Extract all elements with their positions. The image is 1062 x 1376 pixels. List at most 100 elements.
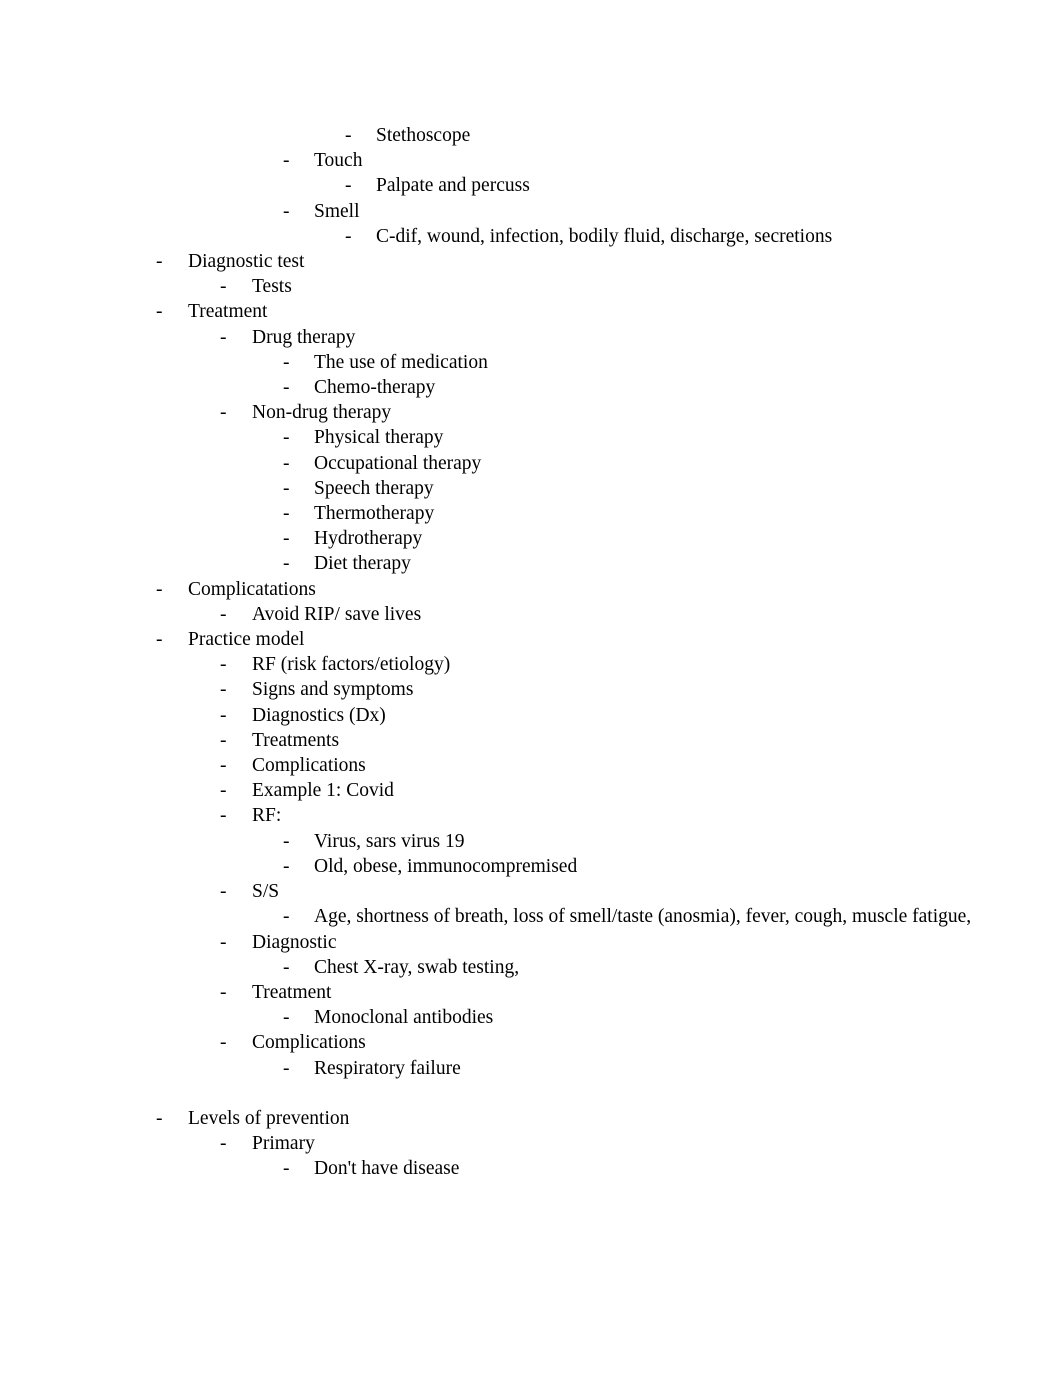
dash-bullet-icon: - (220, 326, 227, 348)
outline-item-text: Age, shortness of breath, loss of smell/… (314, 906, 972, 928)
dash-bullet-icon: - (220, 1133, 227, 1155)
outline-list: - Stethoscope - Touch - Palpate and percuss - S… (0, 0, 1062, 1182)
outline-item-text: Chest X-ray, swab testing, (314, 956, 520, 978)
outline-item: - Touch (0, 148, 1062, 173)
dash-bullet-icon: - (220, 881, 227, 903)
outline-item-text: Primary (252, 1133, 315, 1155)
dash-bullet-icon: - (220, 603, 227, 625)
outline-item: - Don't have disease (0, 1156, 1062, 1181)
outline-item: - Palpate and percuss (0, 173, 1062, 198)
dash-bullet-icon: - (345, 125, 352, 146)
outline-item-text: Signs and symptoms (252, 679, 414, 701)
outline-item-text: Chemo-therapy (314, 377, 436, 399)
outline-item: - Practice model (0, 627, 1062, 652)
outline-item-text: Diagnostics (Dx) (252, 704, 386, 726)
dash-bullet-icon: - (220, 805, 227, 827)
outline-item-text: RF: (252, 805, 282, 827)
outline-item-text: Diagnostic (252, 931, 337, 953)
document-page: - Stethoscope - Touch - Palpate and percuss - S… (0, 0, 1062, 1376)
dash-bullet-icon: - (283, 150, 290, 172)
outline-item-text: Treatment (188, 301, 268, 323)
outline-item-text: Touch (314, 150, 363, 172)
dash-bullet-icon: - (283, 1158, 290, 1180)
dash-bullet-icon: - (156, 629, 163, 651)
dash-bullet-icon: - (283, 351, 290, 373)
outline-item: - RF: (0, 803, 1062, 828)
dash-bullet-icon: - (156, 1107, 163, 1129)
outline-item-text: Occupational therapy (314, 452, 482, 474)
outline-item: - Thermotherapy (0, 501, 1062, 526)
dash-bullet-icon: - (220, 1032, 227, 1054)
outline-item: - Occupational therapy (0, 451, 1062, 476)
dash-bullet-icon: - (283, 200, 290, 222)
dash-bullet-icon: - (156, 578, 163, 600)
outline-item: - Treatment (0, 980, 1062, 1005)
outline-item: - C-dif, wound, infection, bodily fluid, … (0, 224, 1062, 249)
outline-item: - Physical therapy (0, 425, 1062, 450)
dash-bullet-icon: - (220, 729, 227, 751)
outline-item-text: Tests (252, 276, 292, 298)
dash-bullet-icon: - (283, 427, 290, 449)
dash-bullet-icon: - (220, 402, 227, 424)
outline-item-text: Don't have disease (314, 1158, 460, 1180)
outline-item-text: Levels of prevention (188, 1107, 350, 1129)
dash-bullet-icon: - (283, 906, 290, 928)
dash-bullet-icon: - (345, 175, 352, 197)
outline-item-text: Smell (314, 200, 360, 222)
dash-bullet-icon: - (220, 654, 227, 676)
outline-item: - Complicatations (0, 577, 1062, 602)
dash-bullet-icon: - (283, 452, 290, 474)
outline-item: - Diagnostics (Dx) (0, 703, 1062, 728)
outline-item-text: Example 1: Covid (252, 780, 394, 802)
dash-bullet-icon: - (156, 251, 163, 273)
outline-item: - Signs and symptoms (0, 677, 1062, 702)
dash-bullet-icon: - (156, 301, 163, 323)
outline-item: - Drug therapy (0, 325, 1062, 350)
outline-item-text: Treatments (252, 729, 340, 751)
outline-item: - RF (risk factors/etiology) (0, 652, 1062, 677)
outline-item: - Diagnostic (0, 930, 1062, 955)
outline-item-text: Avoid RIP/ save lives (252, 603, 422, 625)
dash-bullet-icon: - (283, 956, 290, 978)
outline-item: - Primary (0, 1131, 1062, 1156)
outline-item: - Non-drug therapy (0, 400, 1062, 425)
dash-bullet-icon: - (345, 225, 352, 247)
outline-item-text: Complications (252, 755, 366, 777)
outline-item: - Smell (0, 199, 1062, 224)
outline-item-text: Respiratory failure (314, 1057, 461, 1079)
outline-item: - Speech therapy (0, 476, 1062, 501)
outline-item-text: Hydrotherapy (314, 528, 423, 550)
dash-bullet-icon: - (220, 931, 227, 953)
outline-item: - The use of medication (0, 350, 1062, 375)
outline-item-text: Diet therapy (314, 553, 411, 575)
outline-item-text: S/S (252, 881, 280, 903)
outline-item-text: Virus, sars virus 19 (314, 830, 465, 852)
dash-bullet-icon: - (220, 679, 227, 701)
outline-item-text: Speech therapy (314, 477, 434, 499)
outline-item: - Chest X-ray, swab testing, (0, 955, 1062, 980)
outline-item: - Respiratory failure (0, 1056, 1062, 1081)
dash-bullet-icon: - (283, 377, 290, 399)
dash-bullet-icon: - (283, 1057, 290, 1079)
outline-item: - Tests (0, 274, 1062, 299)
outline-item-text: Treatment (252, 981, 332, 1003)
outline-item-text: Non-drug therapy (252, 402, 392, 424)
outline-item: - S/S (0, 879, 1062, 904)
dash-bullet-icon: - (220, 276, 227, 298)
outline-item-text: The use of medication (314, 351, 488, 373)
dash-bullet-icon: - (283, 553, 290, 575)
outline-item-text: Stethoscope (376, 125, 471, 146)
outline-item: - Stethoscope (0, 123, 1062, 148)
outline-item: - Example 1: Covid (0, 778, 1062, 803)
outline-item-text: Complications (252, 1032, 366, 1054)
dash-bullet-icon: - (283, 528, 290, 550)
outline-item-text: Drug therapy (252, 326, 356, 348)
outline-item: - Age, shortness of breath, loss of smell… (0, 904, 1062, 929)
outline-item: - Monoclonal antibodies (0, 1005, 1062, 1030)
outline-item-text: Palpate and percuss (376, 175, 530, 197)
outline-item: - Treatments (0, 728, 1062, 753)
outline-item-text: Practice model (188, 629, 305, 651)
dash-bullet-icon: - (220, 780, 227, 802)
dash-bullet-icon: - (283, 830, 290, 852)
outline-item: - Hydrotherapy (0, 526, 1062, 551)
